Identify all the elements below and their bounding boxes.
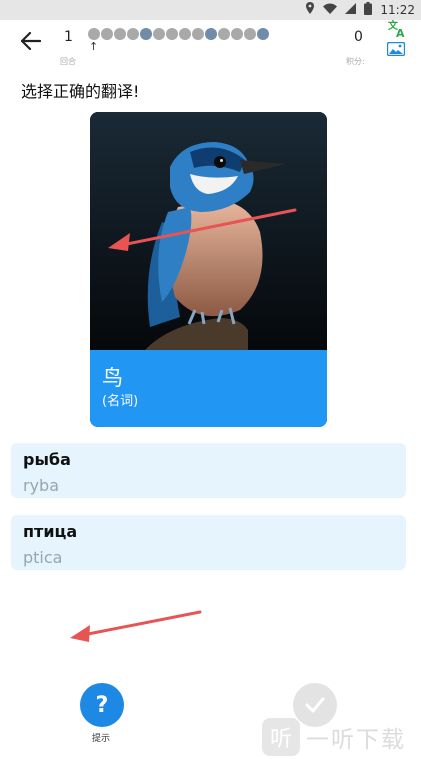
progress-dot (231, 28, 243, 40)
progress-dot (257, 28, 269, 40)
svg-text:A: A (396, 27, 405, 38)
option-word: птица (23, 522, 78, 541)
back-arrow-icon (21, 32, 41, 50)
translate-icon[interactable]: 文 A (386, 18, 408, 40)
progress-dot (218, 28, 230, 40)
progress-dot (179, 28, 191, 40)
watermark-badge: 听 (262, 718, 300, 756)
progress-dot (140, 28, 152, 40)
option-word: рыба (23, 450, 71, 469)
hint-button[interactable]: ? (80, 683, 124, 727)
answer-option-1[interactable]: рыба ryba (11, 443, 406, 498)
card-part-of-speech: (名词) (102, 394, 139, 409)
hint-label: 提示 (92, 734, 111, 744)
score-label: 积分: (346, 57, 365, 66)
progress-dot (114, 28, 126, 40)
watermark-text: 一听下载 (306, 727, 406, 753)
option-romanization: ryba (23, 476, 60, 495)
word-card[interactable]: 鸟 (名词) (90, 112, 327, 427)
progress-dot (88, 28, 100, 40)
progress-dot (166, 28, 178, 40)
location-icon (305, 2, 315, 18)
progress-dot (153, 28, 165, 40)
wifi-icon (323, 3, 338, 18)
progress-dot (244, 28, 256, 40)
question-mark-icon: ? (95, 692, 109, 718)
image-icon[interactable] (386, 41, 406, 57)
question-prompt: 选择正确的翻译! (21, 82, 140, 101)
back-button[interactable] (16, 26, 46, 56)
round-label: 回合 (60, 57, 76, 66)
option-romanization: ptica (23, 548, 63, 567)
round-number: 1 (64, 29, 73, 45)
signal-icon (345, 2, 357, 18)
progress-dot (101, 28, 113, 40)
progress-marker: ↑ (89, 40, 99, 53)
score-number: 0 (354, 29, 363, 45)
progress-dots (88, 28, 269, 40)
status-time: 11:22 (380, 3, 415, 17)
bird-image (90, 112, 327, 350)
status-bar: 11:22 (0, 0, 421, 20)
checkmark-icon (305, 697, 325, 713)
progress-dot (192, 28, 204, 40)
card-caption: 鸟 (名词) (90, 350, 327, 427)
status-icons: 11:22 (305, 1, 415, 19)
watermark: 听 一听下载 (262, 716, 421, 758)
card-word: 鸟 (102, 366, 123, 390)
progress-dot (205, 28, 217, 40)
top-bar: 1 回合 ↑ 0 积分: 文 A (0, 18, 421, 72)
progress-dot (127, 28, 139, 40)
answer-option-2[interactable]: птица ptica (11, 515, 406, 570)
annotation-arrow-lower (70, 610, 202, 642)
battery-icon (364, 1, 373, 19)
